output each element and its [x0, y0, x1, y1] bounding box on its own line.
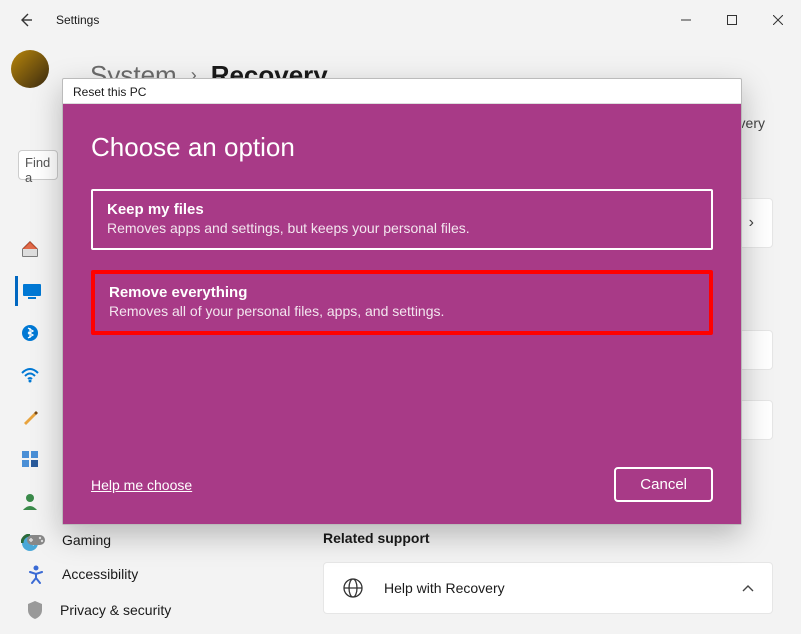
sidebar-item-accessibility[interactable]: Accessibility [26, 556, 278, 592]
personalization-icon[interactable] [15, 402, 45, 432]
close-button[interactable] [755, 4, 801, 36]
minimize-button[interactable] [663, 4, 709, 36]
shield-icon [26, 600, 44, 620]
bluetooth-icon[interactable] [15, 318, 45, 348]
apps-icon[interactable] [15, 444, 45, 474]
help-with-recovery[interactable]: Help with Recovery [323, 562, 773, 614]
help-label: Help with Recovery [384, 580, 505, 596]
option-keep-files[interactable]: Keep my files Removes apps and settings,… [91, 189, 713, 250]
chevron-right-icon: › [749, 214, 754, 232]
user-avatar[interactable] [11, 50, 49, 88]
help-me-choose-link[interactable]: Help me choose [91, 477, 192, 493]
maximize-icon [727, 15, 737, 25]
arrow-left-icon [18, 12, 34, 28]
sidebar-item-privacy[interactable]: Privacy & security [26, 592, 278, 628]
window-title: Settings [56, 13, 99, 27]
related-support: Related support Help with Recovery [323, 530, 773, 614]
titlebar: Settings [0, 0, 801, 40]
back-button[interactable] [10, 4, 42, 36]
dialog-title: Reset this PC [63, 79, 741, 104]
dialog-footer: Help me choose Cancel [91, 467, 713, 502]
accounts-icon[interactable] [15, 486, 45, 516]
option-title: Keep my files [107, 201, 697, 218]
option-desc: Removes apps and settings, but keeps you… [107, 220, 697, 236]
chevron-up-icon [742, 580, 754, 596]
option-remove-everything[interactable]: Remove everything Removes all of your pe… [91, 270, 713, 335]
reset-pc-dialog: Reset this PC Choose an option Keep my f… [62, 78, 742, 525]
cancel-button[interactable]: Cancel [614, 467, 713, 502]
sidebar-item-label: Accessibility [62, 566, 138, 582]
window-controls [663, 4, 801, 36]
globe-icon [342, 577, 364, 599]
dialog-body: Choose an option Keep my files Removes a… [63, 104, 741, 524]
option-desc: Removes all of your personal files, apps… [109, 303, 695, 319]
minimize-icon [681, 15, 691, 25]
maximize-button[interactable] [709, 4, 755, 36]
close-icon [773, 15, 783, 25]
home-icon[interactable] [15, 234, 45, 264]
sidebar-item-gaming[interactable]: Gaming [26, 524, 278, 556]
dialog-heading: Choose an option [91, 132, 713, 163]
related-support-title: Related support [323, 530, 773, 546]
network-icon[interactable] [15, 360, 45, 390]
sidebar-bottom: Gaming Accessibility Privacy & security [18, 524, 278, 628]
gaming-icon [26, 532, 46, 548]
search-input[interactable]: Find a [18, 150, 58, 180]
accessibility-icon [26, 564, 46, 584]
sidebar-item-label: Gaming [62, 532, 111, 548]
option-title: Remove everything [109, 284, 695, 301]
system-icon[interactable] [15, 276, 45, 306]
nav-icons [15, 234, 45, 558]
sidebar-item-label: Privacy & security [60, 602, 171, 618]
